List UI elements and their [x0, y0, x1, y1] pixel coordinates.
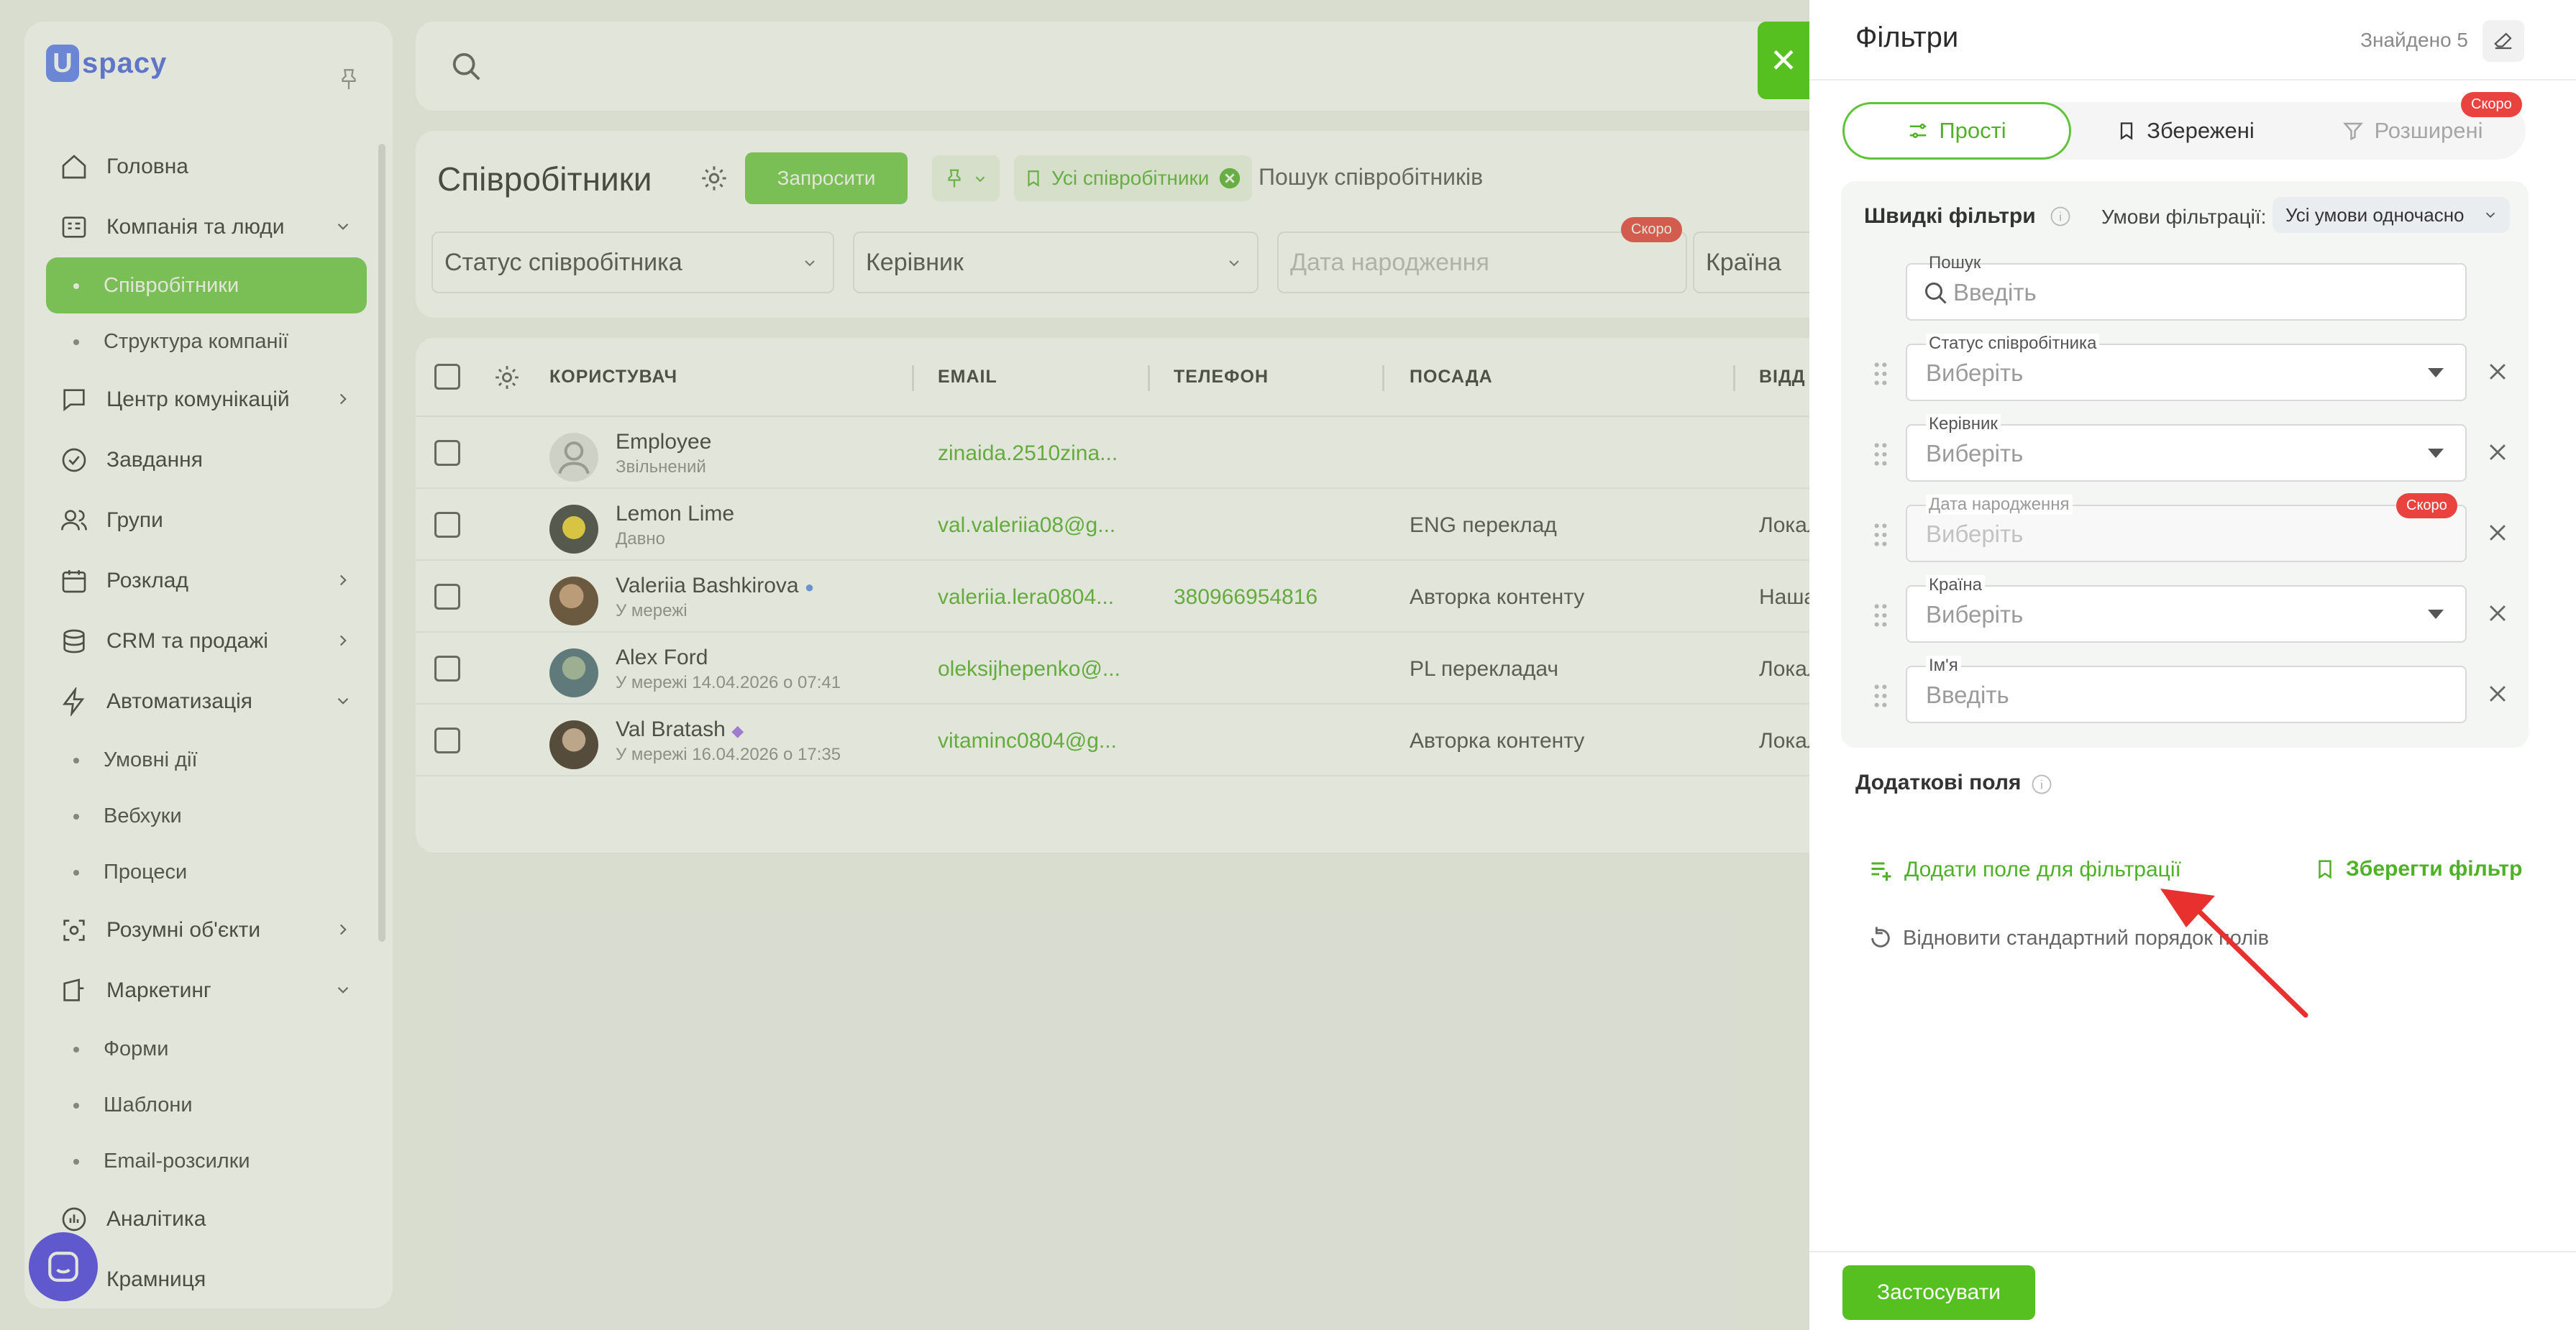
quick-search-field[interactable]: Пошук Введіть	[1906, 253, 2467, 321]
chevron-down-icon	[2485, 212, 2495, 219]
remove-field-icon[interactable]	[2485, 440, 2510, 464]
quick-filters-panel: Швидкі фільтри Умови фільтрації: Усі умо…	[1841, 181, 2529, 748]
restore-default-order-button[interactable]: Відновити стандартний порядок полів	[1868, 926, 2269, 950]
extra-fields-title: Додаткові поля	[1855, 771, 2022, 794]
soon-badge: Скоро	[2461, 92, 2522, 117]
tab-simple[interactable]: Прості	[1842, 102, 2071, 160]
filter-icon	[2343, 122, 2364, 141]
filters-drawer: Фільтри Знайдено 5 Прості Збережені Розш…	[1809, 0, 2576, 1330]
drawer-header: Фільтри Знайдено 5	[1809, 0, 2576, 81]
field-placeholder: Виберіть	[1926, 520, 2024, 547]
soon-badge: Скоро	[2396, 493, 2457, 518]
tab-label: Збережені	[2147, 118, 2255, 143]
conditions-label: Умови фільтрації:	[2101, 206, 2267, 228]
tab-label: Прості	[1939, 118, 2006, 143]
drag-handle-icon[interactable]	[1873, 522, 1888, 548]
manager-select-field[interactable]: Керівник Виберіть	[1906, 414, 2467, 482]
field-placeholder: Введіть	[1926, 682, 2009, 708]
save-filter-label: Зберегти фільтр	[2346, 857, 2523, 881]
remove-field-icon[interactable]	[2485, 601, 2510, 625]
modal-backdrop[interactable]	[0, 0, 1809, 1330]
info-icon[interactable]	[2031, 774, 2052, 795]
field-label: Дата народження	[1926, 495, 2073, 515]
dropdown-arrow-icon	[2428, 368, 2444, 377]
drag-handle-icon[interactable]	[1873, 683, 1888, 709]
add-filter-field-button[interactable]: Додати поле для фільтрації	[1868, 857, 2181, 883]
drag-handle-icon[interactable]	[1873, 361, 1888, 387]
field-placeholder: Виберіть	[1926, 440, 2024, 467]
close-icon: ✕	[1769, 42, 1798, 79]
remove-field-icon[interactable]	[2485, 682, 2510, 706]
save-filter-button[interactable]: Зберегти фільтр	[2314, 857, 2522, 881]
clear-filters-button[interactable]	[2483, 20, 2524, 62]
bookmark-icon	[2319, 860, 2331, 879]
field-label: Керівник	[1926, 414, 2001, 434]
field-placeholder: Виберіть	[1926, 601, 2024, 628]
remove-field-icon[interactable]	[2485, 520, 2510, 545]
conditions-select[interactable]: Усі умови одночасно	[2273, 197, 2510, 233]
birthdate-field[interactable]: Дата народження Виберіть	[1906, 495, 2467, 562]
drawer-footer: Застосувати	[1809, 1251, 2576, 1330]
add-filter-field-label: Додати поле для фільтрації	[1904, 858, 2181, 881]
name-field[interactable]: Ім'я Введіть	[1906, 656, 2467, 723]
dropdown-arrow-icon	[2428, 610, 2444, 619]
results-count: Знайдено 5	[2360, 29, 2468, 51]
drag-handle-icon[interactable]	[1873, 602, 1888, 628]
dropdown-arrow-icon	[2428, 449, 2444, 458]
list-add-icon	[1871, 862, 1891, 881]
refresh-icon	[1871, 927, 1890, 948]
tab-saved[interactable]: Збережені	[2071, 102, 2300, 160]
field-placeholder: Виберіть	[1926, 359, 2024, 386]
sliders-icon	[1910, 124, 1927, 138]
eraser-icon	[2494, 32, 2512, 50]
country-select-field[interactable]: Країна Виберіть	[1906, 575, 2467, 643]
close-drawer-button[interactable]: ✕	[1758, 22, 1809, 99]
restore-label: Відновити стандартний порядок полів	[1903, 926, 2269, 950]
field-label: Пошук	[1929, 253, 1981, 272]
bookmark-icon	[2121, 122, 2133, 140]
drawer-title: Фільтри	[1855, 22, 1959, 53]
status-select-field[interactable]: Статус співробітника Виберіть	[1906, 334, 2467, 401]
apply-button[interactable]: Застосувати	[1842, 1265, 2035, 1320]
drag-handle-icon[interactable]	[1873, 441, 1888, 467]
quick-filters-title: Швидкі фільтри	[1864, 204, 2036, 228]
field-label: Статус співробітника	[1926, 334, 2100, 354]
field-placeholder: Введіть	[1953, 279, 2037, 306]
tab-label: Розширені	[2374, 118, 2483, 143]
info-icon[interactable]	[2050, 206, 2071, 227]
remove-field-icon[interactable]	[2485, 359, 2510, 384]
field-label: Ім'я	[1926, 656, 1961, 676]
filter-tabs: Прості Збережені Розширені	[1842, 102, 2526, 160]
conditions-value: Усі умови одночасно	[2285, 203, 2465, 226]
search-icon	[1925, 283, 1947, 304]
field-label: Країна	[1926, 575, 1985, 595]
